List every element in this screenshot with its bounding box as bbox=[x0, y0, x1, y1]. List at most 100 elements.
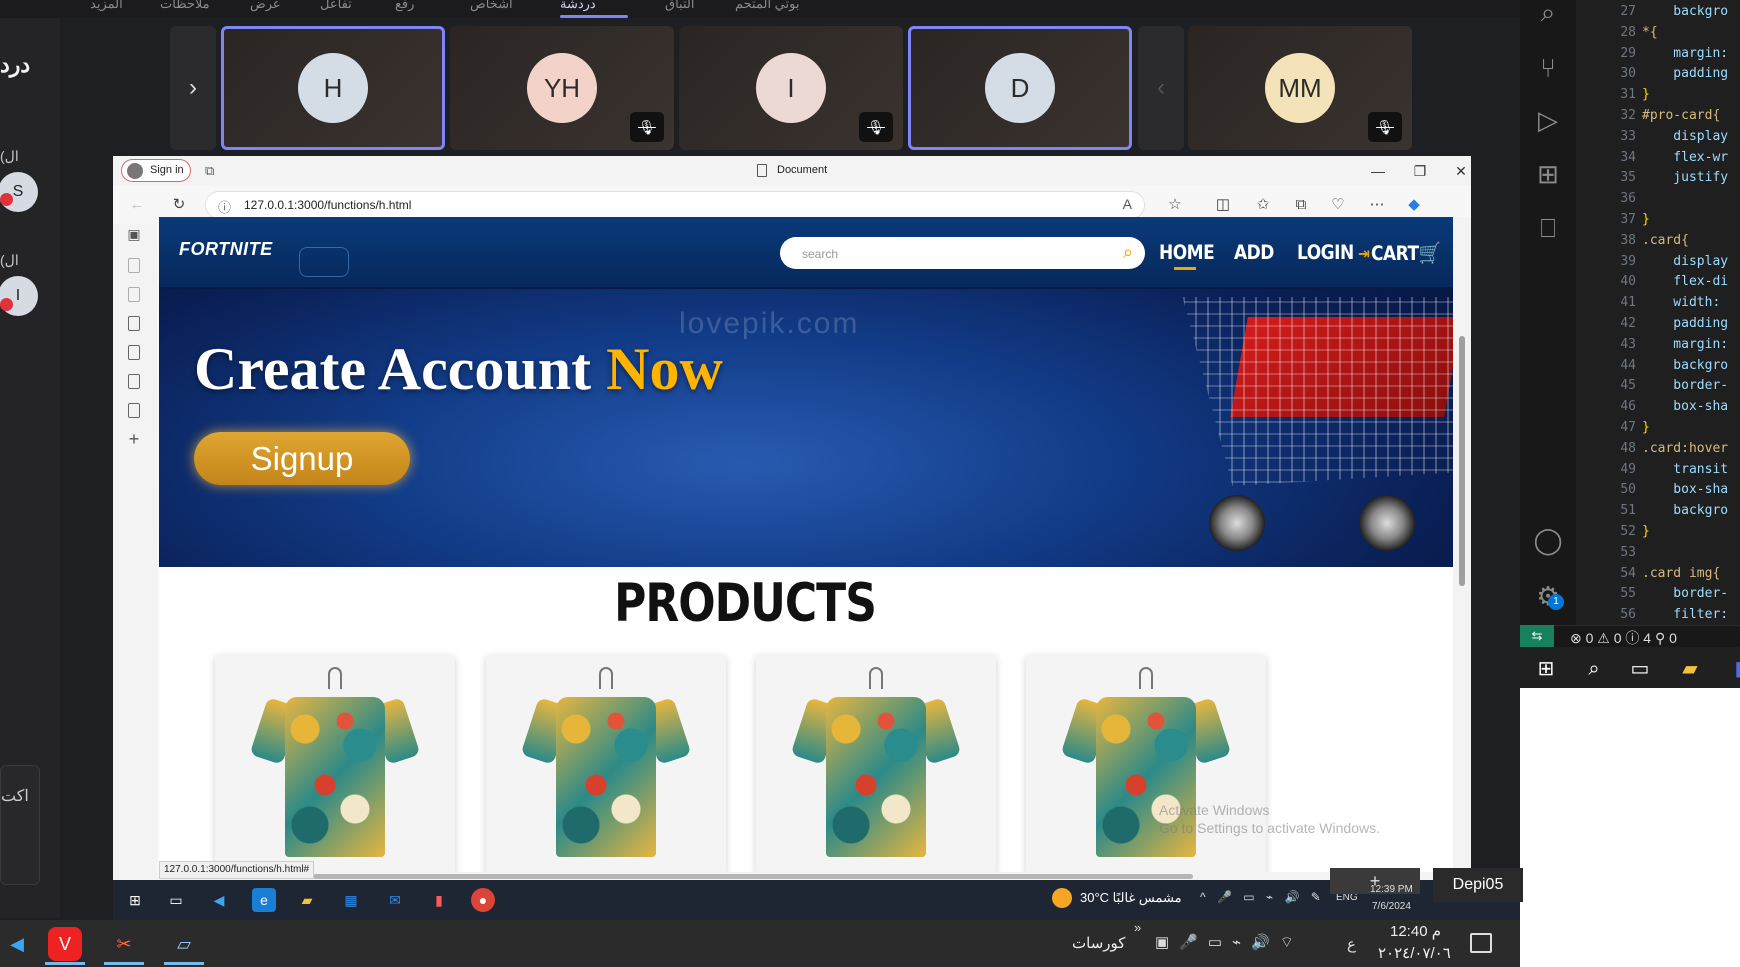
code-line[interactable]: flex-wr bbox=[1642, 150, 1728, 165]
tab-file-icon[interactable] bbox=[128, 287, 140, 302]
meeting-tab[interactable]: أشخاص bbox=[470, 0, 513, 12]
weather-text[interactable]: 30°C مشمس غالبًا bbox=[1080, 890, 1182, 906]
gear-icon[interactable]: ⚙ bbox=[1520, 576, 1576, 616]
teams-icon[interactable]: ▮ bbox=[427, 888, 451, 912]
search-icon[interactable]: ⌕ bbox=[1520, 0, 1576, 32]
horizontal-scroll-thumb[interactable] bbox=[313, 874, 1193, 879]
notepad-icon[interactable]: ▱ bbox=[167, 927, 201, 961]
tab-file-icon[interactable] bbox=[128, 258, 140, 273]
code-line[interactable]: backgro bbox=[1642, 358, 1728, 373]
new-tab-plus-icon[interactable]: + bbox=[125, 429, 143, 449]
nav-login-link[interactable]: LOGIN ⇥ bbox=[1297, 242, 1370, 265]
weather-icon[interactable] bbox=[1052, 888, 1072, 908]
code-line[interactable]: filter: bbox=[1642, 607, 1728, 622]
nav-home-link[interactable]: HOME bbox=[1159, 242, 1215, 265]
code-line[interactable]: .card{ bbox=[1642, 233, 1689, 248]
meeting-tab[interactable]: عرض bbox=[250, 0, 281, 12]
remote-indicator-button[interactable]: ⇆ bbox=[1520, 625, 1554, 647]
file-explorer-icon[interactable]: ▰ bbox=[1672, 655, 1708, 683]
code-line[interactable]: margin: bbox=[1642, 337, 1728, 352]
chat-compose-box[interactable]: اكت bbox=[0, 765, 40, 885]
code-line[interactable]: border- bbox=[1642, 378, 1728, 393]
code-line[interactable]: box-sha bbox=[1642, 482, 1728, 497]
host-clock-time[interactable]: 12:40 م bbox=[1390, 922, 1441, 940]
code-line[interactable]: margin: bbox=[1642, 46, 1728, 61]
code-line[interactable]: .card:hover bbox=[1642, 441, 1728, 456]
participant-tile[interactable]: I 🎙 bbox=[679, 26, 903, 150]
task-view-icon[interactable]: ▭ bbox=[164, 888, 188, 912]
back-icon[interactable]: ← bbox=[127, 195, 147, 215]
code-line[interactable]: flex-di bbox=[1642, 274, 1728, 289]
nav-add-link[interactable]: ADD bbox=[1234, 242, 1274, 265]
code-line[interactable]: justify bbox=[1642, 170, 1728, 185]
product-card[interactable] bbox=[486, 655, 726, 872]
collections-icon[interactable]: ⧉ bbox=[1291, 195, 1311, 215]
meeting-tab[interactable]: المزيد bbox=[90, 0, 123, 12]
code-line[interactable]: display bbox=[1642, 129, 1728, 144]
snipping-tool-icon[interactable]: ✂ bbox=[107, 927, 141, 961]
file-explorer-icon[interactable]: ▰ bbox=[295, 888, 319, 912]
host-clock-date[interactable]: ٢٠٢٤/٠٧/٠٦ bbox=[1378, 944, 1451, 962]
product-card[interactable] bbox=[215, 655, 455, 872]
code-line[interactable]: } bbox=[1642, 212, 1650, 227]
vivaldi-icon[interactable]: V bbox=[48, 927, 82, 961]
split-screen-icon[interactable]: ◫ bbox=[1213, 195, 1233, 215]
toolbar-expand-icon[interactable]: » bbox=[1134, 920, 1141, 935]
vscode-icon[interactable]: ◀ bbox=[207, 888, 231, 912]
code-line[interactable]: padding bbox=[1642, 316, 1728, 331]
code-line[interactable]: border- bbox=[1642, 586, 1728, 601]
copilot-icon[interactable]: ◆ bbox=[1404, 195, 1424, 215]
maximize-button[interactable]: ❐ bbox=[1405, 160, 1435, 182]
teams-icon[interactable]: ▮ bbox=[1722, 655, 1740, 683]
chrome-icon[interactable]: ● bbox=[471, 888, 495, 912]
code-line[interactable]: *{ bbox=[1642, 25, 1658, 40]
participant-tile[interactable]: YH 🎙 bbox=[450, 26, 674, 150]
courses-toolbar-label[interactable]: كورسات bbox=[1072, 934, 1125, 952]
code-line[interactable]: } bbox=[1642, 420, 1650, 435]
code-line[interactable]: box-sha bbox=[1642, 399, 1728, 414]
favorite-star-icon[interactable]: ☆ bbox=[1165, 195, 1185, 215]
account-icon[interactable]: ◯ bbox=[1520, 520, 1576, 560]
extensions-icon[interactable]: ⊞ bbox=[1520, 154, 1576, 194]
vertical-scroll-thumb[interactable] bbox=[1459, 336, 1465, 586]
code-line[interactable]: } bbox=[1642, 524, 1650, 539]
tab-actions-icon[interactable]: ⧉ bbox=[205, 163, 221, 179]
language-indicator[interactable]: ع bbox=[1347, 935, 1356, 953]
tab-file-icon[interactable] bbox=[128, 316, 140, 331]
code-line[interactable]: .card img{ bbox=[1642, 566, 1720, 581]
address-bar[interactable]: ⓘ 127.0.0.1:3000/functions/h.html A bbox=[205, 191, 1145, 219]
search-icon[interactable]: ⌕ bbox=[1576, 655, 1612, 683]
prev-participants-button[interactable]: ‹ bbox=[1138, 26, 1184, 150]
code-line[interactable]: backgro bbox=[1642, 503, 1728, 518]
store-icon[interactable]: ▦ bbox=[339, 888, 363, 912]
browser-essentials-icon[interactable]: ♡ bbox=[1328, 195, 1348, 215]
meeting-tab[interactable]: رفع bbox=[395, 0, 414, 12]
more-options-icon[interactable]: ⋯ bbox=[1367, 195, 1387, 215]
task-view-icon[interactable]: ▭ bbox=[1622, 655, 1658, 683]
favorites-icon[interactable]: ✩ bbox=[1253, 195, 1273, 215]
meeting-tab[interactable]: التباق bbox=[665, 0, 694, 12]
participant-tile[interactable]: MM 🎙 bbox=[1188, 26, 1412, 150]
tab-file-icon[interactable] bbox=[128, 403, 140, 418]
refresh-icon[interactable]: ↻ bbox=[169, 195, 189, 215]
meeting-tab[interactable]: ملاحظات bbox=[160, 0, 210, 12]
mail-icon[interactable]: ✉ bbox=[383, 888, 407, 912]
tab-file-icon[interactable] bbox=[128, 345, 140, 360]
bookmark-icon[interactable]: ⎕ bbox=[1520, 208, 1576, 248]
next-participants-button[interactable]: › bbox=[170, 26, 216, 150]
windows-start-icon[interactable]: ⊞ bbox=[123, 888, 147, 912]
code-line[interactable]: transit bbox=[1642, 462, 1728, 477]
close-button[interactable]: ✕ bbox=[1446, 160, 1471, 182]
code-line[interactable]: #pro-card{ bbox=[1642, 108, 1720, 123]
product-card[interactable] bbox=[1026, 655, 1266, 872]
code-line[interactable]: width: bbox=[1642, 295, 1720, 310]
edge-icon[interactable]: e bbox=[252, 888, 276, 912]
participant-tile[interactable]: H bbox=[221, 26, 445, 150]
windows-start-icon[interactable]: ⊞ bbox=[1528, 655, 1564, 683]
tab-sidebar-icon[interactable]: ▣ bbox=[125, 224, 143, 244]
code-line[interactable]: } bbox=[1642, 87, 1650, 102]
code-line[interactable]: backgro bbox=[1642, 4, 1728, 19]
notification-icon[interactable] bbox=[1470, 933, 1492, 953]
minimize-button[interactable]: — bbox=[1363, 160, 1393, 182]
vscode-icon[interactable]: ◀ bbox=[0, 927, 34, 961]
